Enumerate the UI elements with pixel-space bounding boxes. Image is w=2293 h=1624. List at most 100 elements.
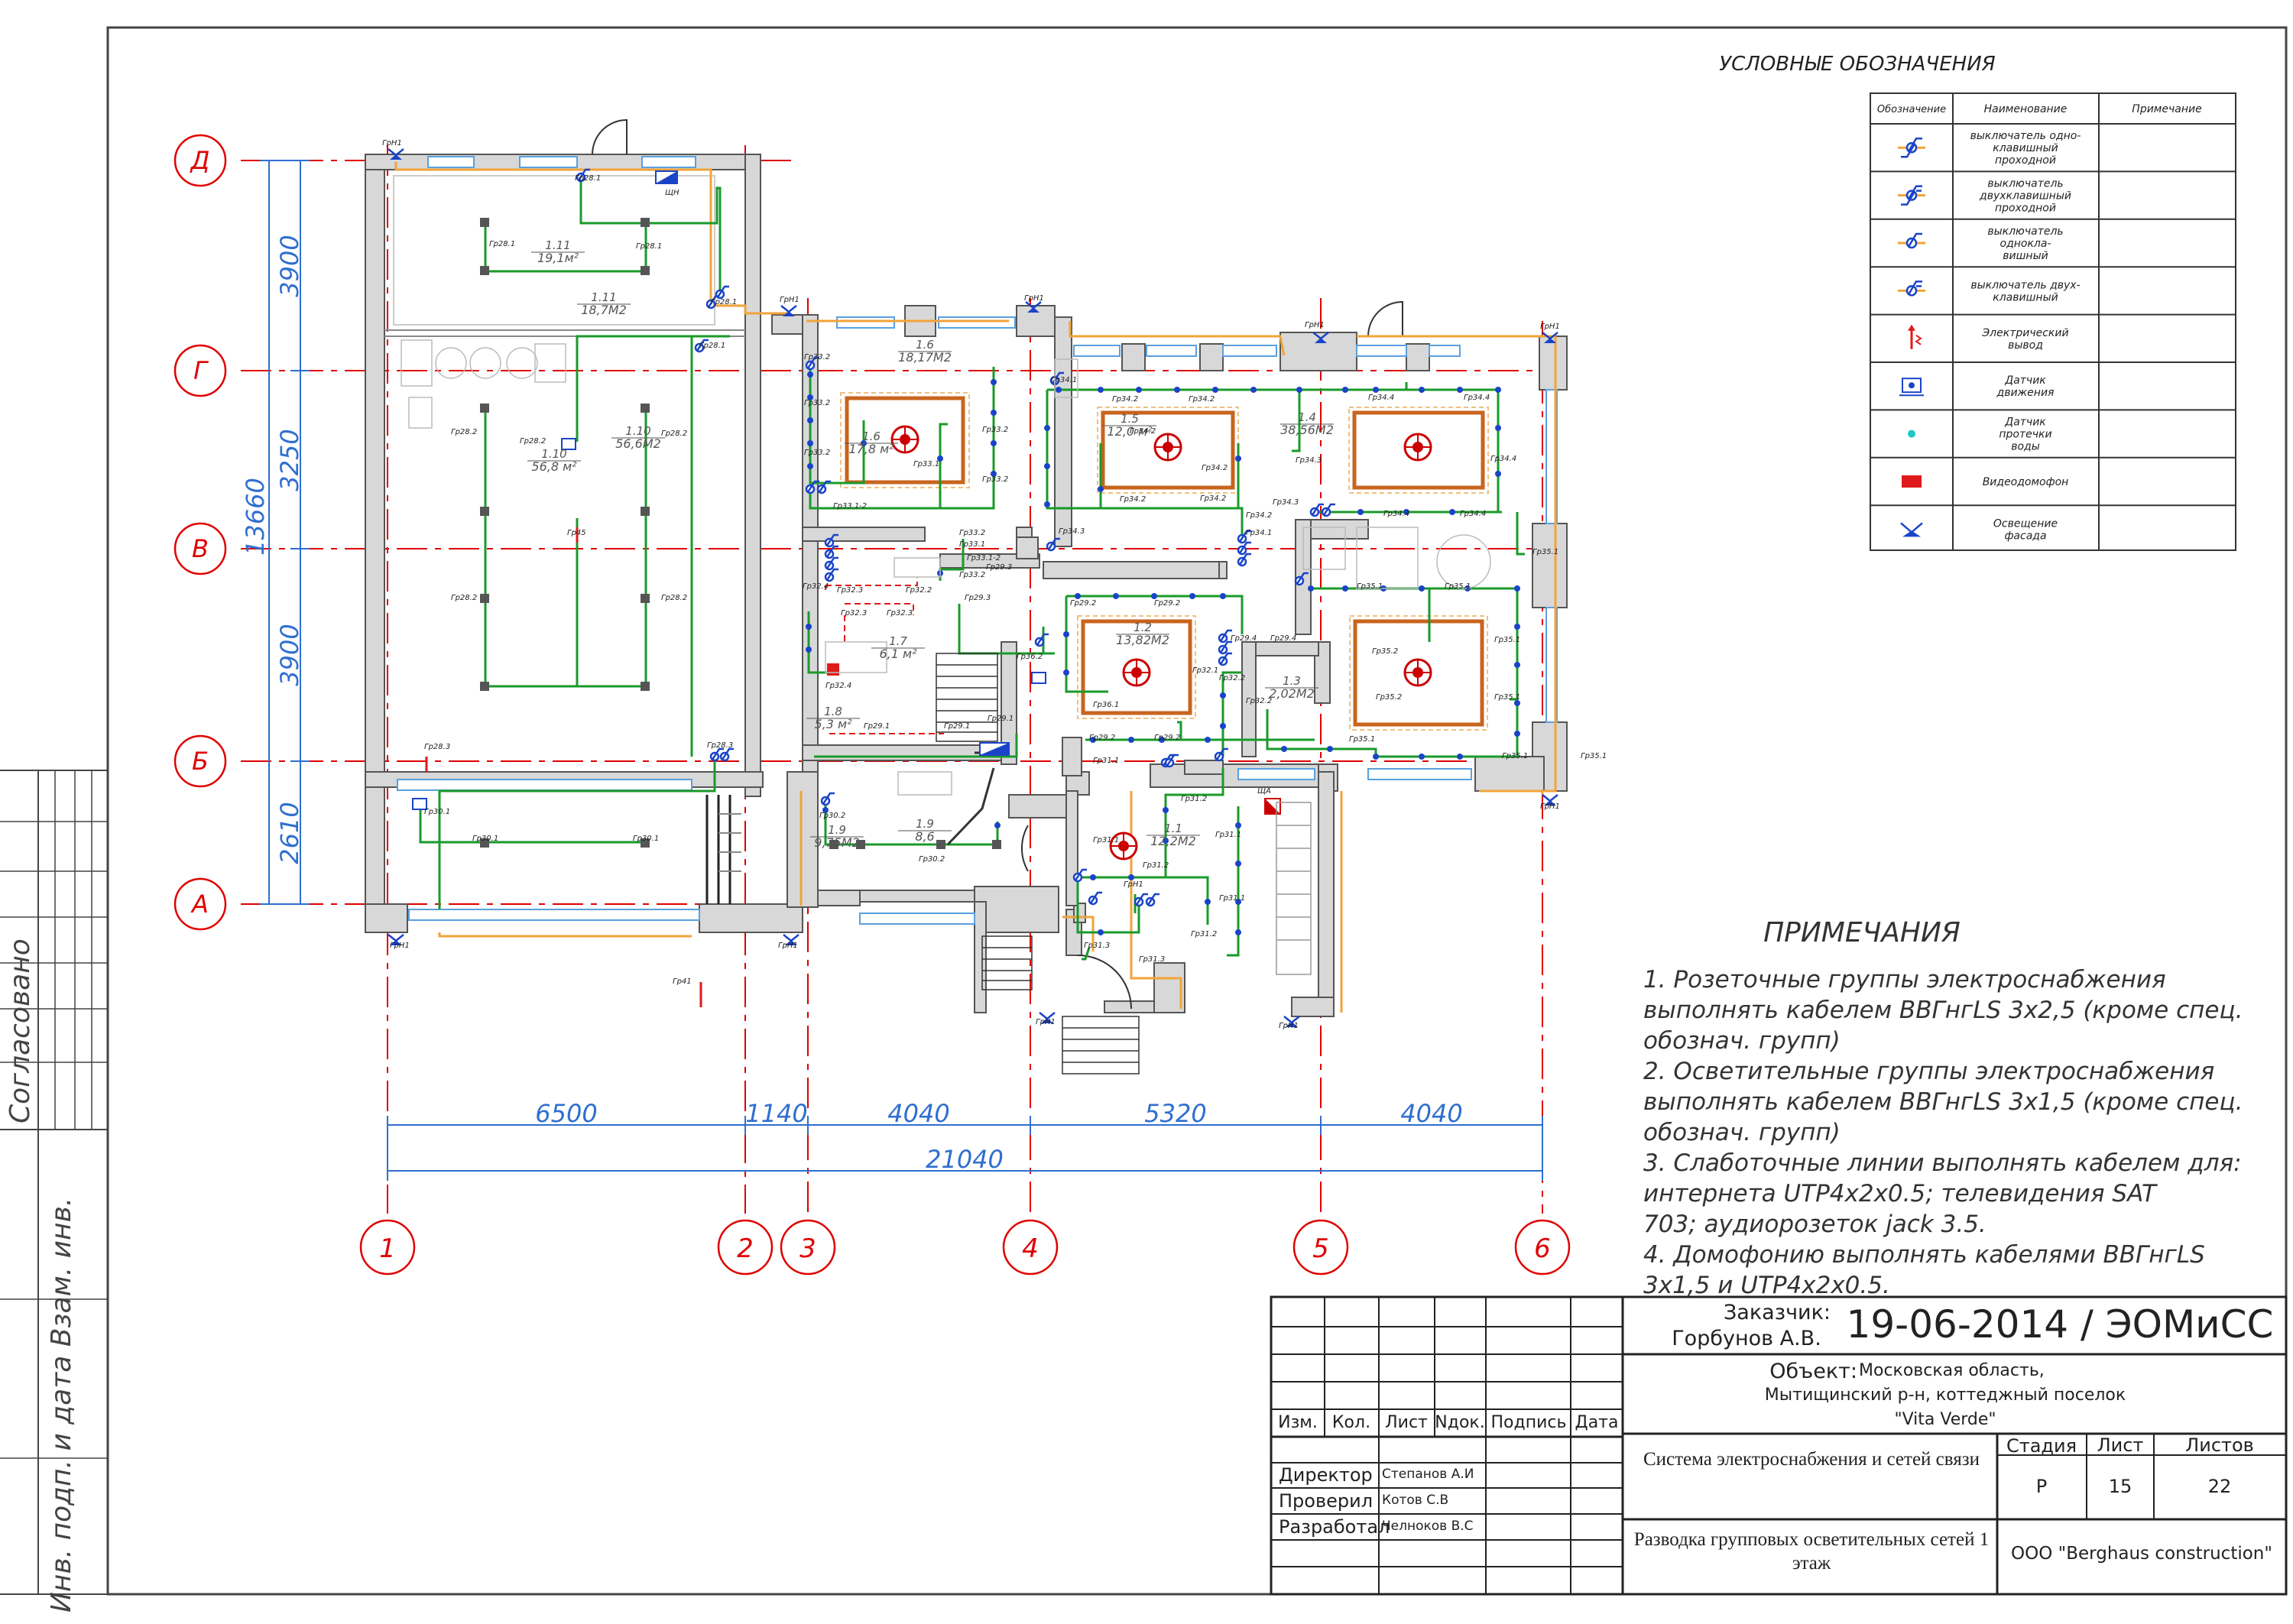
customer-label: Заказчик: <box>1724 1301 1831 1324</box>
system-name: Система электроснабжения и сетей связи <box>1643 1449 1980 1470</box>
name-director: Степанов А.И <box>1382 1467 1474 1482</box>
legend-item-text: клавишный <box>1993 142 2058 154</box>
group-label: Гр28.2 <box>451 594 477 602</box>
sheets-header: Листов <box>2185 1434 2254 1456</box>
name-checked: Котов С.В <box>1382 1493 1448 1508</box>
group-label: Гр33.2 <box>959 571 985 579</box>
group-label: Гр36.1 <box>1093 701 1119 709</box>
group-label: Гр31.2 <box>1191 930 1217 938</box>
room-area: 6,1 м² <box>879 647 917 661</box>
legend-header-symbol: Обозначение <box>1877 104 1946 115</box>
legend-item-text: выключатель <box>1987 225 2063 238</box>
group-label: Гр28.3 <box>707 741 733 750</box>
group-label: Гр36.2 <box>1017 653 1043 661</box>
group-label: ГрН1 <box>778 942 798 950</box>
group-label: ГрН1 <box>390 942 410 950</box>
dim-horizontal-2: 1140 <box>745 1099 807 1128</box>
sheets-value: 22 <box>2208 1476 2232 1497</box>
legend-header-name: Наименование <box>1984 103 2068 115</box>
group-label: Гр33.1 <box>913 460 939 468</box>
legend-item-text: движения <box>1996 387 2055 399</box>
group-label: Гр31.1 <box>1215 831 1241 839</box>
axis-number-4: 4 <box>1022 1233 1039 1264</box>
note-line: 703; аудиорозеток jack 3.5. <box>1643 1211 1987 1238</box>
group-label: Гр35.1 <box>1445 582 1471 591</box>
dim-vertical-1: 3900 <box>275 235 304 297</box>
group-label: Гр33.2 <box>982 426 1008 434</box>
group-label: Гр35.1 <box>1502 752 1528 760</box>
notes-block: ПРИМЕЧАНИЯ 1. Розеточные группы электрос… <box>1643 917 2243 1299</box>
group-label: Гр41 <box>673 977 692 986</box>
col-header-ndok: Nдок. <box>1435 1413 1484 1432</box>
col-header-date: Дата <box>1575 1413 1619 1432</box>
group-label: Гр45 <box>567 529 586 537</box>
col-header-kol: Кол. <box>1332 1413 1370 1432</box>
group-label: Гр32.4 <box>825 682 851 690</box>
group-label: Гр30.2 <box>919 855 945 864</box>
group-label: ЩА <box>1257 787 1271 796</box>
sheet-title: Разводка групповых осветительных сетей 1… <box>1633 1529 1990 1574</box>
group-label: Гр28.1 <box>489 240 515 248</box>
group-label: Гр31.2 <box>1143 861 1169 870</box>
group-label: Гр35.1 <box>1349 735 1375 744</box>
legend-item-text: вывод <box>2008 339 2043 352</box>
legend-item-text: одноклa- <box>2000 238 2051 250</box>
axis-letter-bubbles <box>174 134 227 931</box>
group-label: ГрН1 <box>780 296 799 304</box>
group-label: Гр30.1 <box>633 835 659 843</box>
room-area: 8,6 <box>915 829 934 844</box>
building-walls <box>365 154 1568 1017</box>
note-line: 1. Розеточные группы электроснабжения <box>1643 966 2166 994</box>
group-label: Гр33.2 <box>804 353 830 361</box>
group-label: Гр31.3 <box>1084 942 1110 950</box>
legend-item-text: проходной <box>1995 203 2056 215</box>
group-label: Гр34.4 <box>1464 394 1490 402</box>
group-label: Гр32.1 <box>1192 666 1218 675</box>
axis-letter-g: Г <box>193 356 209 385</box>
group-label: Гр28.1 <box>699 342 725 350</box>
dim-horizontal-1: 6500 <box>535 1099 597 1128</box>
dim-horizontal-total: 21040 <box>926 1145 1004 1174</box>
group-label: Гр29.2 <box>1154 734 1180 742</box>
room-area: 9,75М2 <box>814 835 860 850</box>
axis-number-5: 5 <box>1312 1233 1329 1264</box>
group-label: Гр28.1 <box>711 298 737 306</box>
group-label: Гр34.3 <box>1273 498 1299 507</box>
group-label: ЩН <box>665 189 679 197</box>
group-label: Гр34.2 <box>1246 511 1272 520</box>
room-area: 19,1м² <box>537 251 579 265</box>
group-label: Гр31.1 <box>1093 836 1119 844</box>
dim-horizontal-4: 5320 <box>1144 1099 1206 1128</box>
water-leak-sensor-icon <box>1908 430 1915 438</box>
group-label: ГрН1 <box>1540 323 1560 331</box>
group-label: ГрН1 <box>1305 321 1325 329</box>
group-label: Гр34.3 <box>1296 456 1322 465</box>
group-label: Гр28.1 <box>636 242 662 251</box>
legend-item-text: Датчик <box>2004 417 2046 429</box>
group-label: Гр32.3 <box>837 586 863 595</box>
group-label: Гр30.1 <box>424 808 450 816</box>
stage-header: Стадия <box>2006 1435 2077 1457</box>
note-line: 2. Осветительные группы электроснабжения <box>1643 1058 2214 1085</box>
intercom-icon <box>1902 475 1922 488</box>
legend-item-text: Электрический <box>1981 327 2068 339</box>
group-label: Гр33.1-2 <box>967 554 1001 562</box>
room-area: 12,2М2 <box>1150 834 1196 848</box>
legend-title: УСЛОВНЫЕ ОБОЗНАЧЕНИЯ <box>1719 53 1995 76</box>
group-label: Гр32.2 <box>1219 674 1245 682</box>
group-label: Гр34.4 <box>1460 510 1486 518</box>
note-line: обознач. групп) <box>1643 1027 1841 1055</box>
group-label: Гр34.4 <box>1383 510 1409 518</box>
dim-horizontal-5: 4040 <box>1400 1099 1462 1128</box>
col-header-sign: Подпись <box>1491 1413 1567 1432</box>
legend-item-text: клавишный <box>1993 291 2058 303</box>
group-label: Гр28.2 <box>661 594 687 602</box>
group-label: Гр30.1 <box>472 835 498 843</box>
group-label: Гр32.3 <box>841 609 867 618</box>
legend-item-text: вишный <box>2003 250 2048 262</box>
object-line-3: "Vita Verde" <box>1894 1410 1996 1429</box>
group-label: Гр28.2 <box>520 437 546 446</box>
legend-item-text: фасада <box>2004 530 2046 542</box>
room-area: 5,3 м² <box>814 717 852 731</box>
company-name: ООО "Berghaus construction" <box>2011 1544 2272 1564</box>
